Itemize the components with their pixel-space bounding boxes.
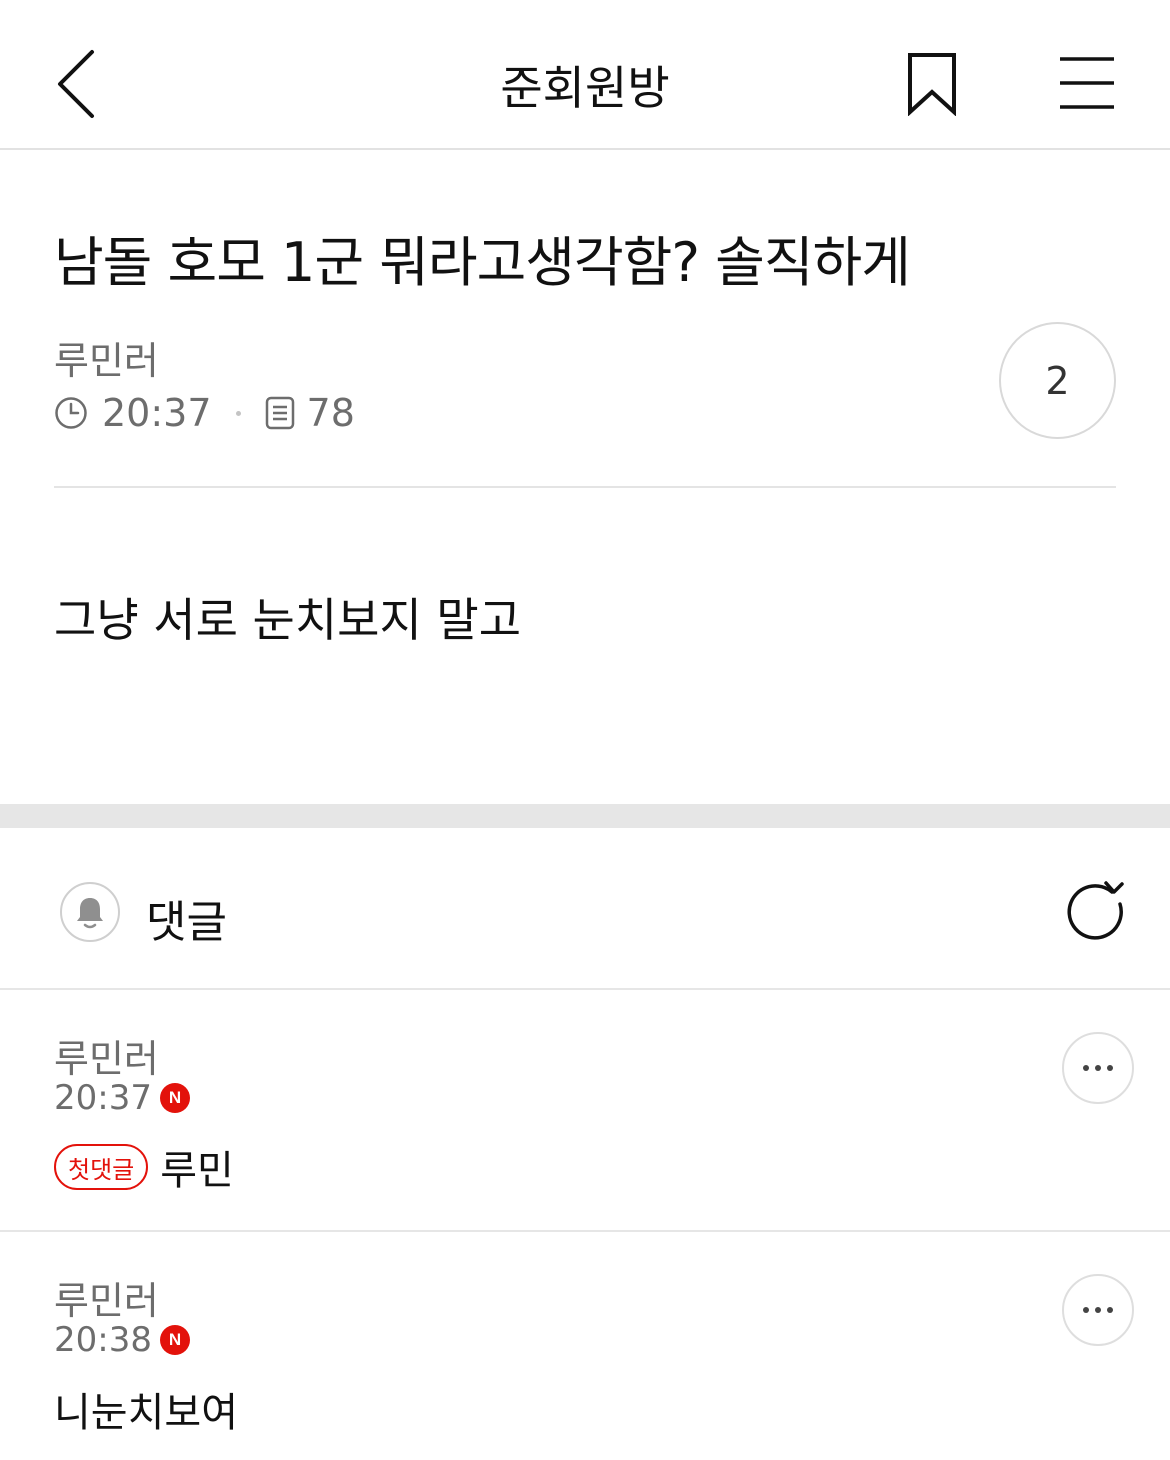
comment-time: 20:38 [54, 1320, 152, 1360]
board-title: 준회원방 [500, 61, 670, 115]
new-badge: N [159, 1083, 190, 1113]
comment-text: 루민 [160, 1148, 234, 1194]
clock-icon [55, 397, 87, 429]
menu-button[interactable] [1056, 54, 1118, 112]
top-bar: 준회원방 [0, 0, 1170, 150]
divider [54, 486, 1116, 488]
comment-item: 루민러 20:37 N 첫댓글 루민 [0, 990, 1170, 1232]
comment-item: 루민러 20:38 N 니눈치보여 [0, 1232, 1170, 1460]
post-body: 그냥 서로 눈치보지 말고 [54, 593, 522, 647]
post-time: 20:37 [102, 391, 212, 435]
comments-label: 댓글 [146, 897, 227, 948]
comment-meta: 20:37 N [54, 1078, 190, 1118]
refresh-button[interactable] [1066, 880, 1132, 946]
post-meta: 20:37 78 [54, 390, 355, 436]
bell-icon [77, 898, 103, 929]
post-title: 남돌 호모 1군 뭐라고생각함? 솔직하게 [54, 231, 911, 294]
new-badge: N [159, 1325, 190, 1355]
first-comment-badge: 첫댓글 [54, 1144, 149, 1190]
comment-author[interactable]: 루민러 [54, 1270, 159, 1325]
bookmark-button[interactable] [904, 52, 960, 117]
comment-more-button[interactable] [1062, 1032, 1134, 1104]
comments-header: 댓글 [0, 828, 1170, 990]
post-view-count: 78 [306, 391, 355, 435]
refresh-icon [1067, 881, 1124, 940]
comment-text: 니눈치보여 [54, 1390, 238, 1436]
comment-meta: 20:38 N [54, 1320, 190, 1360]
document-icon [265, 396, 294, 430]
comment-count-button[interactable]: 2 [999, 322, 1116, 439]
comment-notification-button[interactable] [60, 882, 120, 942]
comment-time: 20:37 [54, 1078, 152, 1118]
hamburger-menu-icon [1060, 57, 1114, 109]
bookmark-icon [908, 53, 956, 117]
more-options-icon [1083, 1065, 1113, 1071]
section-separator [0, 804, 1170, 828]
meta-separator [235, 410, 241, 416]
comment-author[interactable]: 루민러 [54, 1028, 159, 1083]
comment-body-row: 니눈치보여 [54, 1382, 238, 1436]
more-options-icon [1083, 1307, 1113, 1313]
comment-more-button[interactable] [1062, 1274, 1134, 1346]
post-author[interactable]: 루민러 [54, 330, 159, 385]
comment-body-row: 첫댓글 루민 [54, 1142, 234, 1194]
